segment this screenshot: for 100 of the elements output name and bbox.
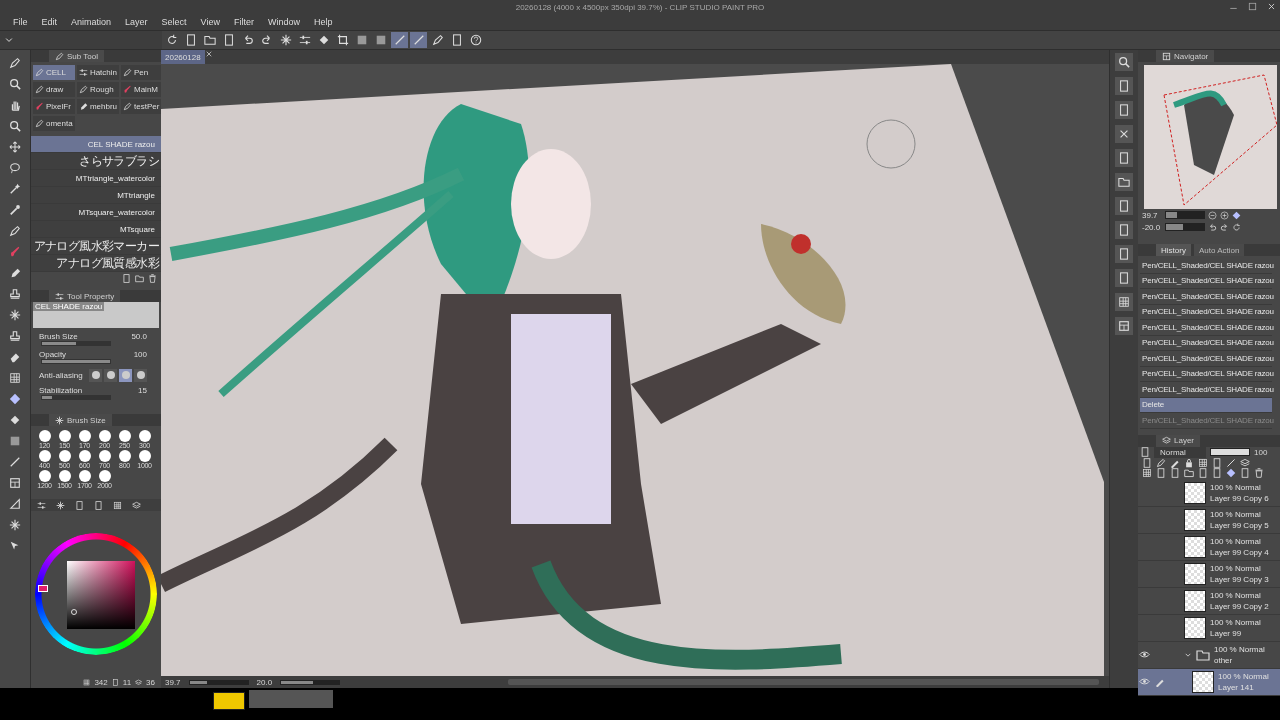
opacity-slider-fill[interactable]: [1211, 449, 1249, 455]
layer-row[interactable]: 100 % Normal Layer 99 Copy 4: [1138, 533, 1280, 561]
eye-icon[interactable]: [1138, 649, 1150, 660]
burst-icon[interactable]: [9, 519, 21, 531]
navigator-preview[interactable]: [1144, 65, 1277, 209]
horizontal-scrollbar[interactable]: [508, 679, 1099, 685]
search-icon[interactable]: [9, 78, 21, 90]
page-icon[interactable]: [1140, 447, 1150, 457]
antialias-option[interactable]: [134, 368, 147, 382]
toolbar-button[interactable]: [410, 32, 427, 48]
menu-item[interactable]: Layer: [118, 17, 155, 27]
panel-tab[interactable]: Sub Tool: [49, 50, 104, 62]
eraser-icon[interactable]: [9, 351, 21, 363]
pen-icon[interactable]: [9, 225, 21, 237]
stamp-icon[interactable]: [9, 288, 21, 300]
menu-item[interactable]: Select: [154, 17, 194, 27]
tool-group-tab[interactable]: PixelFr: [33, 99, 75, 114]
close-icon[interactable]: [1118, 128, 1130, 140]
trash-icon[interactable]: [148, 273, 157, 283]
panel-tab[interactable]: Layer: [1156, 434, 1200, 447]
brush-item[interactable]: MTtriangle: [31, 187, 161, 204]
diamond-icon[interactable]: [1226, 467, 1236, 478]
brush-item[interactable]: MTsquare_watercolor: [31, 204, 161, 221]
line-icon[interactable]: [9, 456, 21, 468]
plus-circle-icon[interactable]: [1220, 210, 1229, 220]
layer-row[interactable]: 100 % Normal Layer 99 Copy 3: [1138, 560, 1280, 588]
tool-group-tab[interactable]: Rough: [77, 82, 119, 97]
brush-item[interactable]: さらサラブラシ: [31, 153, 161, 170]
brush-item[interactable]: MTtriangle_watercolor: [31, 170, 161, 187]
tool-group-tab[interactable]: CELL: [33, 65, 75, 80]
menu-item[interactable]: Filter: [226, 17, 261, 27]
undo-icon[interactable]: [1208, 222, 1217, 232]
grid-icon[interactable]: [1198, 457, 1208, 468]
rotation-slider-fill[interactable]: [1166, 224, 1184, 230]
page-icon[interactable]: [1118, 200, 1130, 212]
panel-tab[interactable]: Tool Property: [49, 290, 121, 302]
zoom-slider-fill[interactable]: [1166, 212, 1178, 218]
close-icon[interactable]: [204, 50, 213, 58]
page-icon[interactable]: [1212, 467, 1222, 478]
wand-icon[interactable]: [9, 183, 21, 195]
trash-icon[interactable]: [1254, 467, 1264, 478]
pen-icon[interactable]: [9, 57, 21, 69]
page-icon[interactable]: [1118, 272, 1130, 284]
document-tab[interactable]: 20260128: [161, 50, 205, 64]
hand-icon[interactable]: [9, 99, 21, 111]
frame-icon[interactable]: [9, 477, 21, 489]
page-icon[interactable]: [1118, 80, 1130, 92]
sliders-icon[interactable]: [37, 500, 46, 510]
panel-tab[interactable]: History: [1156, 244, 1191, 256]
redo-icon[interactable]: [1220, 222, 1229, 232]
tool-group-tab[interactable]: Hatchin: [77, 65, 119, 80]
page-icon[interactable]: [1118, 152, 1130, 164]
tool-group-tab[interactable]: MainM: [121, 82, 163, 97]
panel-tab[interactable]: Auto Action: [1193, 244, 1245, 256]
setting-value[interactable]: 100: [133, 350, 147, 359]
tool-group-tab[interactable]: draw: [33, 82, 75, 97]
grid-icon[interactable]: [113, 500, 122, 510]
burst-icon[interactable]: [56, 500, 65, 510]
folder-icon[interactable]: [135, 273, 144, 283]
page-icon[interactable]: [122, 273, 131, 283]
brush-item[interactable]: アナログ風質感水彩: [31, 255, 161, 272]
diamond-icon[interactable]: [9, 393, 21, 405]
stamp-icon[interactable]: [9, 330, 21, 342]
taskbar-thumbnail[interactable]: [213, 692, 245, 710]
folder-icon[interactable]: [1118, 176, 1130, 188]
slider-fill[interactable]: [42, 360, 110, 363]
antialias-option[interactable]: [89, 368, 102, 382]
zoom-value[interactable]: 39.7: [165, 677, 181, 687]
rotation-value[interactable]: -20.0: [1142, 222, 1162, 232]
line-icon[interactable]: [1226, 457, 1236, 468]
layer-row[interactable]: 100 % Normal Layer 99 Copy 5: [1138, 506, 1280, 534]
page-icon[interactable]: [1118, 104, 1130, 116]
menu-item[interactable]: Edit: [34, 17, 65, 27]
move-icon[interactable]: [9, 141, 21, 153]
page-icon[interactable]: [1142, 457, 1152, 468]
tool-group-tab[interactable]: mehbru: [77, 99, 119, 114]
pen-icon[interactable]: [1156, 457, 1166, 468]
rotate-icon[interactable]: [1232, 222, 1241, 232]
setting-value[interactable]: 15: [138, 386, 147, 395]
layers-icon[interactable]: [132, 500, 141, 510]
slider-fill[interactable]: [42, 342, 76, 345]
panel-tab[interactable]: Navigator: [1156, 50, 1215, 62]
layer-row[interactable]: 100 % Normal Layer 141: [1138, 668, 1280, 696]
burst-icon[interactable]: [9, 309, 21, 321]
eyedropper-icon[interactable]: [9, 204, 21, 216]
lock-icon[interactable]: [1184, 457, 1194, 468]
menu-item[interactable]: Animation: [64, 17, 119, 27]
page-icon[interactable]: [1118, 248, 1130, 260]
slider-fill[interactable]: [42, 396, 53, 399]
grid-icon[interactable]: [1142, 467, 1152, 478]
frame-icon[interactable]: [1118, 320, 1130, 332]
diamond-icon[interactable]: [1232, 210, 1241, 220]
tool-group-tab[interactable]: testPer: [121, 99, 163, 114]
marker-icon[interactable]: [9, 267, 21, 279]
zoom-slider-fill[interactable]: [189, 680, 207, 684]
tool-group-tab[interactable]: Pen: [121, 65, 163, 80]
page-icon[interactable]: [1198, 467, 1208, 478]
folder-icon[interactable]: [1184, 467, 1194, 478]
close-icon[interactable]: [1267, 2, 1276, 11]
search-icon[interactable]: [1118, 56, 1130, 68]
